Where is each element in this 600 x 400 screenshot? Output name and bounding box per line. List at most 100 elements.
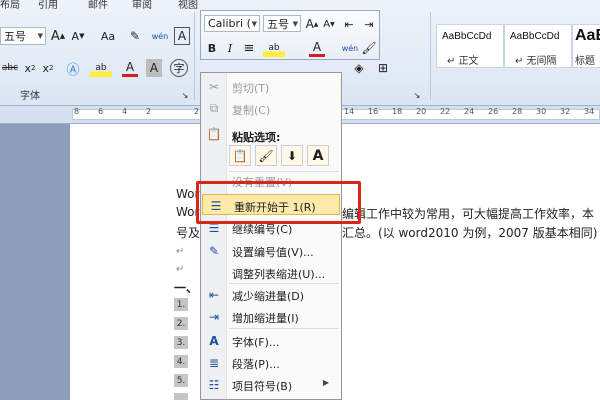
paste-text-only-button[interactable]: A bbox=[307, 145, 329, 166]
strikethrough-button[interactable]: abc bbox=[0, 59, 20, 77]
menu-item-paragraph[interactable]: ≣ 段落(P)... bbox=[201, 352, 341, 373]
chevron-right-icon: ▶ bbox=[322, 378, 329, 387]
menu-item-copy[interactable]: ⧉ 复制(C) bbox=[201, 98, 341, 119]
paragraph-dialog-launcher[interactable]: ↘ bbox=[412, 86, 422, 104]
font-dialog-launcher[interactable]: ↘ bbox=[180, 86, 190, 104]
paste-options-title: 粘贴选项: bbox=[232, 131, 281, 144]
highlight-button[interactable]: ab bbox=[90, 59, 112, 77]
copy-icon: ⧉ bbox=[209, 101, 219, 115]
ribbon-tabs: 布局 引用 邮件 审阅 视图 bbox=[0, 0, 600, 9]
tab-review[interactable]: 审阅 bbox=[132, 0, 152, 9]
mini-highlight-button[interactable]: ab bbox=[263, 39, 285, 57]
font-size-combo[interactable]: 五号 ▼ bbox=[0, 27, 46, 45]
list-number[interactable]: 5. bbox=[174, 374, 188, 387]
paragraph-mark: ↵ bbox=[176, 246, 185, 257]
paste-keep-source-button[interactable]: 📋 bbox=[229, 145, 251, 166]
clear-format-button[interactable]: ✎ bbox=[128, 27, 142, 45]
outdent-icon: ⇤ bbox=[208, 287, 220, 302]
ruler-number: 18 bbox=[392, 107, 403, 116]
list-number[interactable]: 2. bbox=[174, 317, 188, 330]
ruler-number: 2 bbox=[146, 107, 152, 116]
mini-bold-button[interactable]: B bbox=[205, 39, 219, 57]
list-number[interactable]: 4. bbox=[174, 355, 188, 368]
menu-item-increase-indent[interactable]: ⇥ 增加缩进量(I) bbox=[201, 306, 341, 327]
mini-font-value: Calibri ( bbox=[208, 17, 251, 30]
mini-center-button[interactable]: ≡ bbox=[241, 39, 257, 57]
chevron-down-icon: ▼ bbox=[251, 19, 257, 28]
ruler-number: 28 bbox=[512, 107, 523, 116]
style-sample: AaBbCcDd bbox=[442, 31, 492, 42]
list-number[interactable]: 3. bbox=[174, 336, 188, 349]
font-icon: A bbox=[209, 333, 219, 348]
doc-line-2-right[interactable]: 编辑工作中较为常用，可大幅提高工作效率，本 bbox=[342, 205, 594, 222]
mini-phonetic-button[interactable]: wén bbox=[341, 39, 359, 57]
ruler-number: 16 bbox=[368, 107, 379, 116]
font-group-label: 字体 bbox=[20, 91, 40, 102]
list-heading[interactable]: 一、 bbox=[174, 279, 198, 296]
group-separator bbox=[430, 12, 431, 100]
superscript-button[interactable]: x2 bbox=[40, 59, 56, 77]
list-number[interactable] bbox=[174, 393, 188, 400]
shrink-font-button[interactable]: A ▼ bbox=[70, 27, 86, 45]
menu-item-font[interactable]: A 字体(F)... bbox=[201, 330, 341, 351]
mini-italic-button[interactable]: I bbox=[223, 39, 237, 57]
tab-view[interactable]: 视图 bbox=[178, 0, 198, 9]
mini-size-combo[interactable]: 五号 ▼ bbox=[263, 15, 301, 32]
menu-item-decrease-indent[interactable]: ⇤ 减少缩进量(D) bbox=[201, 284, 341, 305]
menu-item-restart-numbering[interactable]: ☰ 重新开始于 1(R) bbox=[202, 194, 340, 215]
ruler-number: 14 bbox=[344, 107, 355, 116]
tab-mailings[interactable]: 邮件 bbox=[88, 0, 108, 9]
list-number[interactable]: 1. bbox=[174, 298, 188, 311]
borders-button[interactable]: ⊞ bbox=[372, 59, 394, 77]
chevron-down-icon: ▼ bbox=[292, 19, 298, 28]
menu-item-hidden: 没有重置(V) bbox=[232, 176, 293, 187]
enclose-chars-button[interactable]: 字 bbox=[170, 59, 188, 77]
outdent-icon: ⇤ bbox=[344, 17, 354, 31]
paragraph-icon: ≣ bbox=[208, 355, 220, 370]
subscript-button[interactable]: x2 bbox=[22, 59, 38, 77]
mini-font-combo[interactable]: Calibri ( ▼ bbox=[204, 15, 260, 32]
text-effects-button[interactable]: Ⓐ bbox=[64, 59, 82, 78]
change-case-button[interactable]: Aa bbox=[96, 27, 120, 45]
doc-line-3-left[interactable]: 号及 bbox=[176, 224, 200, 241]
indent-icon: ⇥ bbox=[364, 17, 374, 31]
style-normal[interactable]: AaBbCcDd ↵ 正文 bbox=[436, 24, 504, 68]
paste-picture-button[interactable]: ⬇ bbox=[281, 145, 303, 166]
text-effects-icon: Ⓐ bbox=[66, 62, 80, 78]
ruler-number: 26 bbox=[488, 107, 499, 116]
doc-line-3-right[interactable]: 汇总。(以 word2010 为例，2007 版基本相同) ↵ bbox=[342, 224, 600, 241]
ruler-number: 22 bbox=[440, 107, 451, 116]
mini-font-color-button[interactable]: A bbox=[309, 39, 325, 57]
indent-icon: ⇥ bbox=[208, 309, 220, 324]
tab-references[interactable]: 引用 bbox=[38, 0, 58, 9]
menu-item-adjust-indent[interactable]: 调整列表缩进(U)... bbox=[201, 262, 341, 283]
ruler-number: 34 bbox=[584, 107, 595, 116]
menu-item-cut[interactable]: ✂ 剪切(T) bbox=[201, 76, 341, 97]
numbered-list-icon: ☰ bbox=[210, 198, 222, 213]
menu-item-set-value[interactable]: ✎ 设置编号值(V)... bbox=[201, 240, 341, 261]
shading-button[interactable]: ◈ bbox=[350, 59, 368, 77]
tab-layout[interactable]: 布局 bbox=[0, 0, 20, 9]
highlighter-icon: ab bbox=[95, 63, 107, 73]
char-shading-button[interactable]: A bbox=[146, 59, 162, 77]
scissors-icon: ✂ bbox=[208, 79, 220, 94]
paint-bucket-icon: ◈ bbox=[354, 61, 364, 75]
ruler-number: 4 bbox=[122, 107, 128, 116]
style-heading-1[interactable]: AaE 标题 bbox=[572, 24, 600, 68]
mini-grow-font[interactable]: A ▲ bbox=[305, 15, 319, 33]
style-no-spacing[interactable]: AaBbCcDd ↵ 无间隔 bbox=[504, 24, 572, 68]
paste-merge-format-button[interactable]: 🖌 bbox=[255, 145, 277, 166]
menu-item-bullets[interactable]: ☷ 项目符号(B) ▶ bbox=[201, 374, 341, 395]
mini-decrease-indent[interactable]: ⇤ bbox=[341, 15, 357, 33]
mini-shrink-font[interactable]: A ▼ bbox=[322, 15, 336, 33]
menu-item-continue-numbering[interactable]: ☰ 继续编号(C) bbox=[201, 217, 341, 238]
menu-separator bbox=[229, 328, 339, 329]
font-color-button[interactable]: A bbox=[122, 59, 138, 77]
phonetic-guide-button[interactable]: wén bbox=[150, 27, 170, 45]
grow-font-button[interactable]: A ▲ bbox=[50, 27, 66, 45]
clipboard-arrow-icon: ⬇ bbox=[286, 148, 298, 163]
mini-increase-indent[interactable]: ⇥ bbox=[361, 15, 377, 33]
group-separator bbox=[194, 12, 195, 100]
char-border-button[interactable]: A bbox=[174, 27, 190, 45]
mini-format-painter[interactable]: 🖌 bbox=[361, 39, 377, 57]
